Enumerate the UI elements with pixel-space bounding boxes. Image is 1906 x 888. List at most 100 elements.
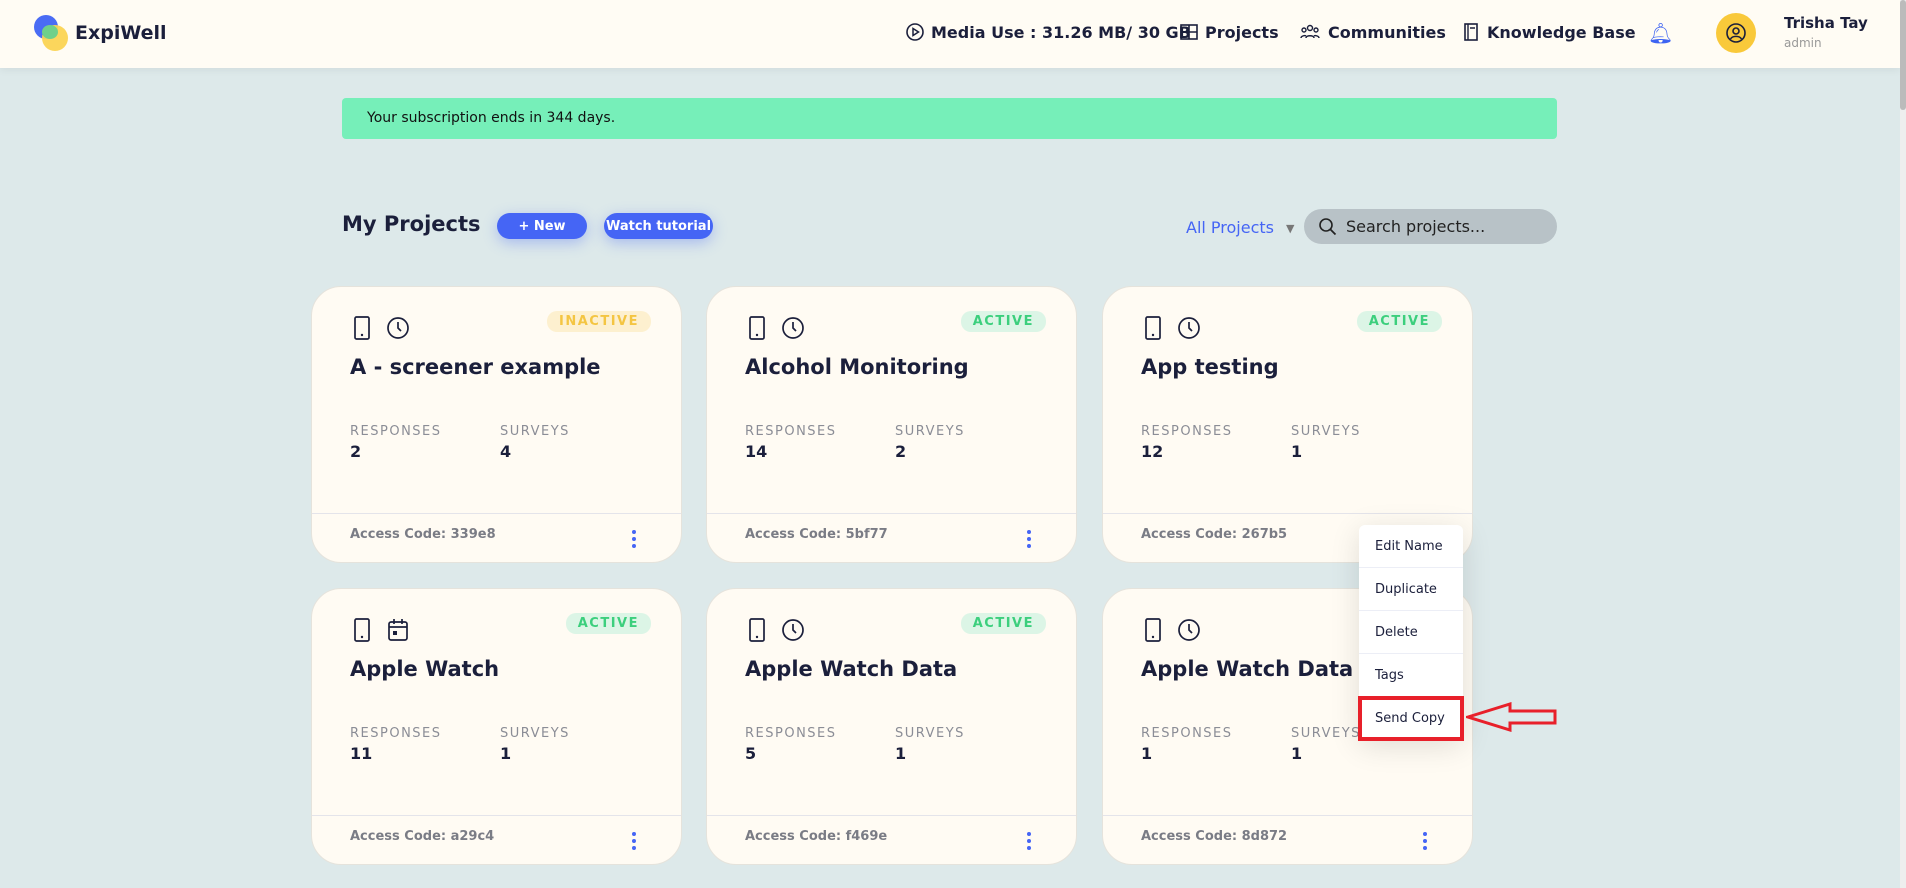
project-card[interactable]: ACTIVE Apple Watch RESPONSES SURVEYS 11 … — [311, 588, 682, 865]
project-type-icons — [745, 617, 805, 643]
more-options-icon[interactable] — [1026, 830, 1032, 853]
surveys-label: SURVEYS — [1291, 726, 1361, 741]
project-card[interactable]: ACTIVE Alcohol Monitoring RESPONSES SURV… — [706, 286, 1077, 563]
nav-label: Projects — [1205, 22, 1279, 42]
user-icon — [1726, 23, 1746, 43]
media-use: Media Use : 31.26 MB/ 30 GB — [905, 22, 1191, 42]
menu-item-edit-name[interactable]: Edit Name — [1359, 525, 1463, 568]
status-badge: ACTIVE — [1356, 311, 1442, 332]
menu-item-duplicate[interactable]: Duplicate — [1359, 568, 1463, 611]
caret-down-icon[interactable]: ▼ — [1286, 222, 1294, 235]
expiwell-logo[interactable] — [34, 15, 70, 53]
project-type-icons — [1141, 617, 1201, 643]
new-project-button[interactable]: + New — [497, 213, 587, 239]
status-badge: ACTIVE — [960, 311, 1046, 332]
surveys-label: SURVEYS — [500, 424, 570, 439]
red-arrow-annotation — [1466, 702, 1557, 732]
project-type-icons — [745, 315, 805, 341]
phone-icon — [1145, 316, 1161, 340]
nav-projects[interactable]: Projects — [1179, 22, 1279, 42]
status-badge: ACTIVE — [565, 613, 651, 634]
nav-label: Knowledge Base — [1487, 22, 1636, 42]
surveys-count: 1 — [895, 744, 907, 763]
responses-count: 14 — [745, 442, 768, 461]
card-divider — [707, 815, 1076, 816]
scrollbar-thumb[interactable] — [1900, 0, 1906, 110]
project-title[interactable]: Alcohol Monitoring — [745, 355, 969, 379]
more-options-icon[interactable] — [631, 528, 637, 551]
users-icon — [1300, 24, 1320, 39]
card-divider — [1103, 815, 1472, 816]
status-badge: INACTIVE — [547, 311, 651, 332]
responses-label: RESPONSES — [350, 424, 442, 439]
phone-icon — [1145, 618, 1161, 642]
nav-communities[interactable]: Communities — [1298, 22, 1446, 42]
subscription-banner: Your subscription ends in 344 days. — [342, 98, 1557, 139]
phone-icon — [749, 618, 765, 642]
surveys-count: 1 — [1291, 744, 1303, 763]
clock-icon — [782, 619, 804, 641]
surveys-count: 1 — [1291, 442, 1303, 461]
project-title[interactable]: Apple Watch Data V2 — [1141, 657, 1391, 681]
search-input[interactable]: Search projects... — [1304, 209, 1557, 244]
scrollbar[interactable] — [1900, 0, 1906, 888]
card-divider — [312, 815, 681, 816]
grid-icon — [1180, 24, 1198, 40]
phone-icon — [749, 316, 765, 340]
menu-item-send-copy[interactable]: Send Copy — [1358, 696, 1464, 741]
phone-icon — [354, 316, 370, 340]
project-filter-select[interactable]: All Projects — [1186, 218, 1274, 237]
top-header: ExpiWell Media Use : 31.26 MB/ 30 GB Pro… — [0, 0, 1900, 68]
access-code: Access Code: 267b5 — [1141, 527, 1288, 542]
more-options-icon[interactable] — [631, 830, 637, 853]
access-code: Access Code: 5bf77 — [745, 527, 888, 542]
responses-count: 12 — [1141, 442, 1164, 461]
surveys-label: SURVEYS — [500, 726, 570, 741]
bell-icon[interactable]: 🔔︎ — [1648, 21, 1673, 45]
brand-name: ExpiWell — [75, 22, 167, 44]
responses-count: 1 — [1141, 744, 1153, 763]
surveys-count: 4 — [500, 442, 512, 461]
project-title[interactable]: Apple Watch — [350, 657, 499, 681]
more-options-icon[interactable] — [1026, 528, 1032, 551]
search-icon — [1319, 217, 1337, 235]
project-card[interactable]: ACTIVE App testing RESPONSES SURVEYS 12 … — [1102, 286, 1473, 563]
nav-label: Communities — [1328, 22, 1446, 42]
play-circle-icon — [906, 23, 924, 41]
menu-item-tags[interactable]: Tags — [1359, 654, 1463, 697]
responses-count: 2 — [350, 442, 362, 461]
card-divider — [1103, 513, 1472, 514]
project-card[interactable]: INACTIVE A - screener example RESPONSES … — [311, 286, 682, 563]
user-role: admin — [1784, 36, 1822, 50]
responses-label: RESPONSES — [1141, 424, 1233, 439]
card-divider — [707, 513, 1076, 514]
watch-tutorial-button[interactable]: Watch tutorial — [604, 213, 713, 239]
media-use-label: Media Use : 31.26 MB/ 30 GB — [931, 22, 1191, 42]
nav-knowledge-base[interactable]: Knowledge Base — [1461, 22, 1636, 42]
surveys-label: SURVEYS — [895, 424, 965, 439]
card-divider — [312, 513, 681, 514]
clock-icon — [782, 317, 804, 339]
responses-label: RESPONSES — [350, 726, 442, 741]
responses-count: 11 — [350, 744, 373, 763]
access-code: Access Code: 8d872 — [1141, 829, 1288, 844]
project-card[interactable]: ACTIVE Apple Watch Data RESPONSES SURVEY… — [706, 588, 1077, 865]
calendar-icon — [388, 619, 408, 641]
access-code: Access Code: 339e8 — [350, 527, 496, 542]
page-title: My Projects — [342, 212, 481, 236]
project-title[interactable]: Apple Watch Data — [745, 657, 957, 681]
surveys-count: 1 — [500, 744, 512, 763]
clock-icon — [1178, 317, 1200, 339]
surveys-label: SURVEYS — [895, 726, 965, 741]
project-title[interactable]: A - screener example — [350, 355, 601, 379]
menu-item-delete[interactable]: Delete — [1359, 611, 1463, 654]
more-options-icon[interactable] — [1422, 830, 1428, 853]
clock-icon — [1178, 619, 1200, 641]
avatar[interactable] — [1716, 13, 1756, 53]
status-badge: ACTIVE — [960, 613, 1046, 634]
access-code: Access Code: a29c4 — [350, 829, 495, 844]
responses-label: RESPONSES — [745, 424, 837, 439]
project-type-icons — [350, 315, 410, 341]
phone-icon — [354, 618, 370, 642]
project-title[interactable]: App testing — [1141, 355, 1279, 379]
